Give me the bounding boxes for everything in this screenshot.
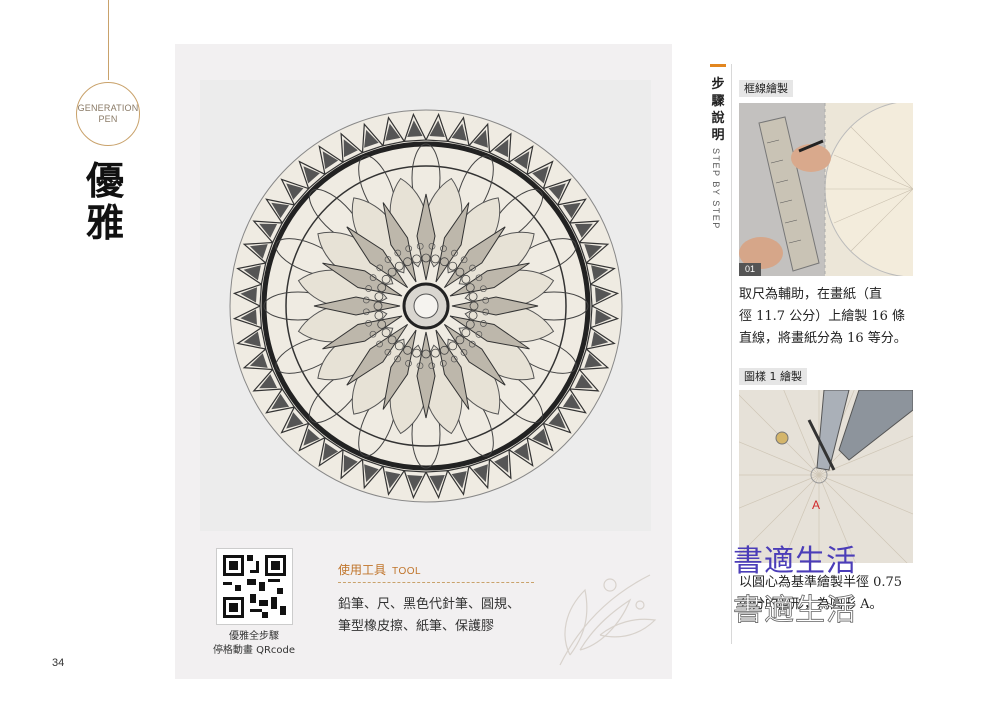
qr-code-pattern: [223, 555, 286, 618]
page-number: 34: [52, 657, 65, 669]
mandala-artwork-image: [200, 80, 651, 531]
watermark-outline-text: 書適生活: [733, 593, 857, 629]
steps-heading-en: STEP BY STEP: [711, 148, 721, 230]
tools-divider: [338, 582, 534, 583]
leaf-ornament-icon: [559, 574, 657, 666]
tools-heading: 使用工具 TOOL: [338, 561, 421, 578]
title-char-2: 雅: [86, 201, 125, 245]
top-rule: [108, 0, 109, 80]
qr-caption-line2: 停格動畫 QRcode: [212, 645, 296, 656]
step1-desc-line2: 徑 11.7 公分）上繪製 16 條: [739, 309, 906, 324]
step2-label: 圖樣 1 繪製: [739, 368, 807, 385]
tools-line1: 鉛筆、尺、黑色代針筆、圓規、: [338, 597, 521, 612]
qr-caption: 優雅全步驟 停格動畫 QRcode: [200, 630, 308, 658]
badge-line2: PEN: [98, 114, 118, 124]
qr-code[interactable]: [216, 548, 293, 625]
step1-number: 01: [739, 263, 761, 276]
step1-desc-line1: 取尺為輔助，在畫紙（直: [739, 287, 883, 302]
title-char-1: 優: [86, 159, 125, 203]
watermark-text: 書適生活: [733, 544, 857, 579]
steps-accent-bar: [710, 64, 726, 67]
step1-description: 取尺為輔助，在畫紙（直 徑 11.7 公分）上繪製 16 條 直線，將畫紙分為 …: [739, 284, 915, 350]
step1-desc-line3: 直線，將畫紙分為 16 等分。: [739, 331, 907, 346]
steps-heading: 步 驟 說 明: [709, 76, 727, 144]
point-a-label: A: [812, 498, 821, 512]
steps-heading-char-2: 驟: [711, 94, 725, 109]
step1-label: 框線繪製: [739, 80, 793, 97]
steps-heading-char-4: 明: [711, 128, 725, 143]
step1-photo: [739, 103, 913, 276]
qr-caption-line1: 優雅全步驟: [229, 631, 279, 642]
steps-heading-char-1: 步: [711, 77, 725, 92]
generation-pen-badge: GENERATION PEN: [76, 82, 140, 146]
badge-line1: GENERATION: [77, 103, 139, 113]
page-title: 優 雅: [86, 160, 134, 244]
steps-heading-char-3: 說: [711, 111, 725, 126]
steps-divider: [731, 64, 732, 644]
tools-line2: 筆型橡皮擦、紙筆、保護膠: [338, 619, 495, 634]
mandala-drawing: [229, 109, 622, 502]
tools-heading-text: 使用工具: [338, 563, 387, 577]
tools-heading-en: TOOL: [392, 566, 422, 577]
ruler-drawing-photo: [739, 103, 913, 276]
tools-list: 鉛筆、尺、黑色代針筆、圓規、 筆型橡皮擦、紙筆、保護膠: [338, 594, 538, 638]
